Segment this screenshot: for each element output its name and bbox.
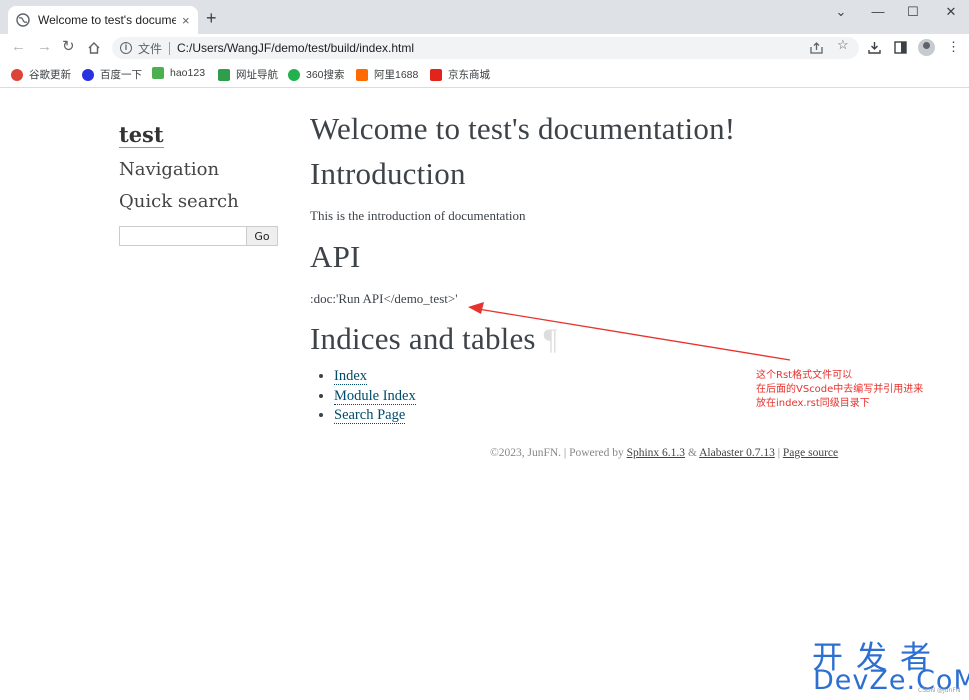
address-bar[interactable]: i 文件 C:/Users/WangJF/demo/test/build/ind…	[112, 37, 859, 59]
bookmark-label: 网址导航	[236, 69, 278, 81]
annotation-line: 在后面的VScode中去编写并引用进来	[756, 384, 924, 395]
bookmark-label: hao123	[170, 67, 206, 79]
bookmark-label: 百度一下	[100, 69, 142, 81]
maximize-button[interactable]: ☐	[898, 4, 928, 20]
nav-site-icon	[218, 68, 230, 81]
bookmark-item[interactable]: hao123	[152, 67, 205, 79]
annotation-line: 这个Rst格式文件可以	[756, 370, 853, 381]
jd-icon	[430, 68, 442, 81]
side-panel-icon[interactable]	[894, 41, 907, 54]
bookmark-star-icon[interactable]: ☆	[837, 38, 849, 51]
back-arrow-icon[interactable]: ←	[11, 39, 26, 54]
new-tab-button[interactable]: +	[206, 9, 217, 27]
hao123-icon	[152, 67, 164, 79]
home-icon[interactable]	[87, 41, 101, 55]
bookmark-label: 谷歌更新	[29, 69, 71, 81]
browser-tab[interactable]: Welcome to test's documentation ×	[8, 6, 198, 34]
title-bar: Welcome to test's documentation × + ⌄ — …	[0, 0, 969, 34]
tab-search-chevron-icon[interactable]: ⌄	[826, 4, 856, 20]
url-text[interactable]: C:/Users/WangJF/demo/test/build/index.ht…	[177, 41, 414, 55]
browser-toolbar: ← → ↻ i 文件 C:/Users/WangJF/demo/test/bui…	[0, 34, 969, 62]
bookmark-item[interactable]: 百度一下	[82, 67, 142, 82]
bookmark-item[interactable]: 阿里1688	[356, 67, 418, 82]
bookmark-item[interactable]: 京东商城	[430, 67, 490, 82]
annotation-text: 这个Rst格式文件可以 在后面的VScode中去编写并引用进来 放在index.…	[756, 369, 923, 411]
bookmark-label: 360搜索	[306, 69, 345, 81]
forward-arrow-icon[interactable]: →	[37, 39, 52, 54]
chrome-icon	[11, 68, 23, 81]
alibaba-icon	[356, 68, 368, 81]
bookmarks-bar: 谷歌更新 百度一下 hao123 网址导航 360搜索 阿里1688 京东商城	[0, 62, 969, 88]
bookmark-label: 京东商城	[448, 69, 490, 81]
search-360-icon	[288, 68, 300, 81]
annotation-line: 放在index.rst同级目录下	[756, 398, 870, 409]
omnibox-divider	[169, 41, 171, 55]
close-window-button[interactable]: ✕	[936, 4, 966, 20]
page-content: test Navigation Quick search Go Welcome …	[0, 89, 969, 700]
baidu-paw-icon	[82, 68, 94, 81]
bookmark-item[interactable]: 网址导航	[218, 67, 278, 82]
profile-avatar[interactable]	[918, 39, 935, 56]
minimize-button[interactable]: —	[863, 4, 893, 19]
bookmark-item[interactable]: 360搜索	[288, 67, 345, 82]
watermark-csdn: CSDN @JunFN	[918, 687, 961, 694]
menu-kebab-icon[interactable]: ⋮	[947, 40, 960, 53]
reload-icon[interactable]: ↻	[62, 39, 75, 54]
info-icon[interactable]: i	[120, 42, 132, 54]
download-icon[interactable]	[868, 41, 881, 54]
globe-icon	[16, 13, 30, 27]
scheme-label: 文件	[138, 41, 163, 56]
tab-title: Welcome to test's documentation	[38, 13, 176, 27]
bookmark-item[interactable]: 谷歌更新	[11, 67, 71, 82]
share-icon[interactable]	[810, 42, 823, 54]
tab-close-icon[interactable]: ×	[182, 14, 190, 27]
bookmark-label: 阿里1688	[374, 69, 419, 81]
